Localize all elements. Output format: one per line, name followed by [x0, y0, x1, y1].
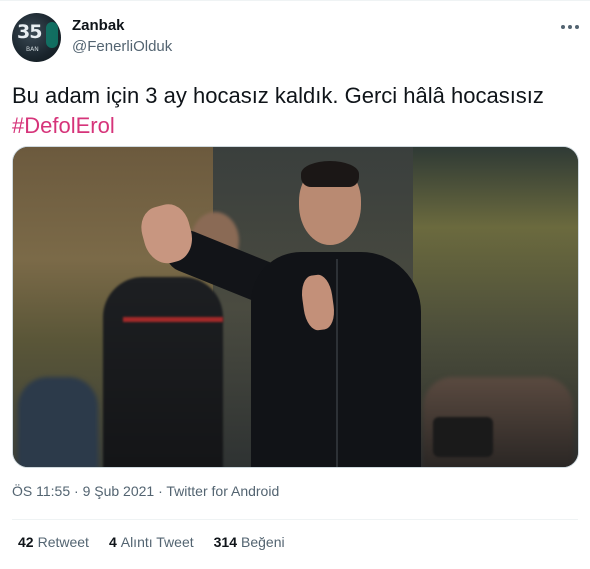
author-handle[interactable]: @FenerliOlduk: [72, 38, 172, 55]
tweet-card: 35 BAN Zanbak @FenerliOlduk Bu adam için…: [0, 0, 590, 569]
photo-coach-hair: [301, 161, 359, 187]
author-name[interactable]: Zanbak: [72, 17, 125, 34]
avatar-number: 35: [17, 21, 42, 43]
hashtag-link[interactable]: #DefolErol: [12, 111, 578, 141]
tweet-source[interactable]: Twitter for Android: [166, 483, 279, 499]
photo-coach-zipper: [336, 259, 338, 467]
tweet-date[interactable]: 9 Şub 2021: [83, 483, 155, 499]
like-count-value: 314: [213, 534, 237, 550]
quote-count[interactable]: 4 Alıntı Tweet: [109, 534, 194, 550]
retweet-count[interactable]: 42 Retweet: [18, 534, 89, 550]
quote-count-label: Alıntı Tweet: [120, 534, 194, 550]
retweet-count-label: Retweet: [37, 534, 89, 550]
photo-spectator-left: [18, 377, 98, 467]
tweet-stats: 42 Retweet 4 Alıntı Tweet 314 Beğeni: [18, 534, 285, 550]
retweet-count-value: 42: [18, 534, 34, 550]
meta-separator: ·: [74, 483, 79, 499]
more-dots-icon[interactable]: [560, 17, 580, 37]
avatar-caption: BAN: [26, 46, 39, 53]
meta-separator-2: ·: [158, 483, 163, 499]
tweet-time[interactable]: ÖS 11:55: [12, 483, 70, 499]
avatar-decoration: [46, 22, 58, 48]
like-count-label: Beğeni: [241, 534, 285, 550]
like-count[interactable]: 314 Beğeni: [214, 534, 285, 550]
photo-camera: [433, 417, 493, 457]
photo-referee-stripe: [123, 317, 223, 322]
quote-count-value: 4: [108, 534, 117, 550]
tweet-timestamp: ÖS 11:55 · 9 Şub 2021 · Twitter for Andr…: [12, 483, 279, 499]
tweet-body: Bu adam için 3 ay hocasız kaldık. Gerci …: [12, 83, 544, 108]
avatar[interactable]: 35 BAN: [12, 13, 61, 62]
photo-referee-body: [103, 277, 223, 467]
divider: [12, 519, 578, 520]
tweet-photo[interactable]: [12, 146, 579, 468]
tweet-text: Bu adam için 3 ay hocasız kaldık. Gerci …: [12, 81, 578, 141]
